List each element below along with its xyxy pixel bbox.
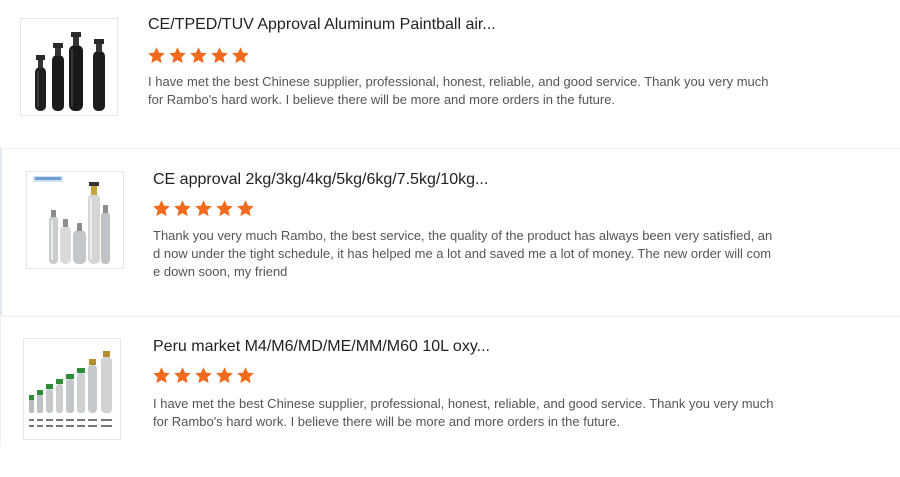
review-card: CE/TPED/TUV Approval Aluminum Paintball … [0,0,900,140]
star-rating [147,46,250,65]
review-card: Peru market M4/M6/MD/ME/MM/M60 10L oxy..… [0,316,900,447]
star-icon [194,366,213,385]
review-text: I have met the best Chinese supplier, pr… [153,396,774,429]
product-title-link[interactable]: CE approval 2kg/3kg/4kg/5kg/6kg/7.5kg/10… [153,171,488,189]
star-icon [152,366,171,385]
oxygen-cylinders-lineup-icon [29,351,112,427]
product-thumbnail[interactable] [26,171,124,269]
product-thumbnail[interactable] [23,338,121,440]
review-text: Thank you very much Rambo, the best serv… [153,228,773,279]
star-icon [168,46,187,65]
star-icon [236,366,255,385]
review-card: CE approval 2kg/3kg/4kg/5kg/6kg/7.5kg/10… [0,148,900,315]
star-icon [173,199,192,218]
star-icon [231,46,250,65]
product-title-link[interactable]: Peru market M4/M6/MD/ME/MM/M60 10L oxy..… [153,338,490,356]
product-title-link[interactable]: CE/TPED/TUV Approval Aluminum Paintball … [148,16,496,34]
star-icon [189,46,208,65]
silver-gas-cylinders-icon [33,176,110,264]
product-thumbnail[interactable] [20,18,118,116]
black-air-cylinders-icon [35,32,105,111]
star-icon [152,199,171,218]
star-icon [215,366,234,385]
star-icon [215,199,234,218]
star-icon [194,199,213,218]
star-rating [152,199,255,218]
review-text: I have met the best Chinese supplier, pr… [148,74,769,107]
star-rating [152,366,255,385]
star-icon [210,46,229,65]
star-icon [147,46,166,65]
star-icon [236,199,255,218]
star-icon [173,366,192,385]
